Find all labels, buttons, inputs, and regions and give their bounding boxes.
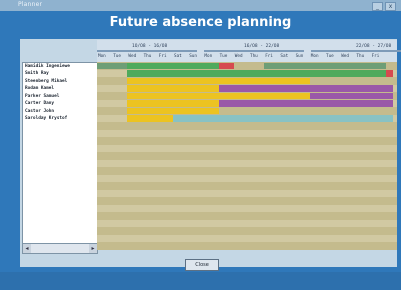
week-divider bbox=[311, 50, 401, 52]
absence-bar[interactable] bbox=[127, 70, 386, 77]
page-header: Future absence planning bbox=[0, 11, 401, 39]
absence-bar[interactable] bbox=[127, 100, 219, 107]
day-label: Mon bbox=[98, 54, 106, 59]
grid-row[interactable] bbox=[97, 197, 397, 205]
date-header: 1O/O8 - 16/O8 16/O8 - 22/O8 22/O8 - 27/O8 M… bbox=[97, 40, 401, 62]
close-button[interactable]: Close bbox=[185, 259, 219, 271]
status-strip bbox=[0, 272, 401, 290]
day-label: Sat bbox=[280, 54, 289, 59]
day-label: Fri bbox=[158, 54, 167, 59]
day-label: Tue bbox=[113, 54, 121, 59]
day-label: Thu bbox=[143, 54, 152, 59]
grid-row[interactable] bbox=[97, 167, 397, 175]
horizontal-scrollbar[interactable]: ◂ ▸ bbox=[22, 243, 98, 254]
day-label: Fri bbox=[265, 54, 273, 59]
grid-row[interactable] bbox=[97, 152, 397, 160]
absence-bar[interactable] bbox=[127, 77, 310, 84]
grid-row[interactable] bbox=[97, 144, 397, 152]
grid-row[interactable] bbox=[97, 182, 397, 190]
absence-bar[interactable] bbox=[218, 62, 234, 69]
page-title: Future absence planning bbox=[109, 15, 292, 30]
absence-bar[interactable] bbox=[385, 70, 394, 77]
week-label: 22/O8 - 27/O8 bbox=[356, 44, 392, 49]
absence-bar[interactable] bbox=[127, 107, 219, 114]
week-divider bbox=[97, 50, 197, 52]
week-label: 16/O8 - 22/O8 bbox=[244, 44, 280, 49]
grid-row[interactable] bbox=[97, 174, 397, 182]
grid-row[interactable] bbox=[97, 137, 397, 145]
day-label: Tue bbox=[326, 54, 334, 59]
grid-row[interactable] bbox=[97, 204, 397, 212]
day-label: Wed bbox=[128, 54, 137, 59]
window-title: Planner bbox=[18, 1, 43, 8]
day-label: Sat bbox=[174, 54, 182, 59]
absence-bar[interactable] bbox=[127, 92, 310, 99]
employee-name[interactable]: Smith Ray bbox=[25, 71, 49, 76]
employee-name[interactable]: Castor John bbox=[25, 109, 54, 114]
day-label: Thu bbox=[356, 54, 365, 59]
grid-row[interactable] bbox=[97, 242, 397, 250]
day-label: Wed bbox=[234, 54, 243, 59]
day-label: Fri bbox=[371, 54, 380, 59]
day-label: Sun bbox=[295, 54, 304, 59]
employee-name[interactable]: Steenberg Mikael bbox=[25, 79, 67, 84]
employee-name[interactable]: Rodam Kamel bbox=[25, 86, 54, 91]
week-label: 1O/O8 - 16/O8 bbox=[132, 44, 168, 49]
day-label: Tue bbox=[219, 54, 228, 59]
absence-bar[interactable] bbox=[127, 115, 173, 122]
employee-name[interactable]: Carter Dany bbox=[25, 101, 54, 106]
minimize-button[interactable]: _ bbox=[372, 2, 383, 11]
day-label: Wed bbox=[341, 54, 349, 59]
employee-name[interactable]: Parker Samuel bbox=[25, 94, 59, 99]
absence-bar[interactable] bbox=[309, 92, 394, 99]
grid-row[interactable] bbox=[97, 159, 397, 167]
grid-row[interactable] bbox=[97, 234, 397, 242]
absence-bar[interactable] bbox=[127, 62, 219, 69]
absence-bar[interactable] bbox=[218, 85, 394, 92]
employee-name[interactable]: Sarolday Krystof bbox=[25, 116, 67, 121]
absence-bar[interactable] bbox=[97, 62, 128, 69]
absence-bar[interactable] bbox=[264, 62, 386, 69]
day-label: Sun bbox=[189, 54, 197, 59]
employee-list[interactable]: Hamidik Ingeniewe Smith Ray Steenberg Mika… bbox=[22, 62, 98, 254]
scroll-right-icon[interactable]: ▸ bbox=[89, 244, 97, 253]
day-label: Thu bbox=[250, 54, 258, 59]
grid-row[interactable] bbox=[97, 212, 397, 220]
close-window-button[interactable]: x bbox=[385, 2, 396, 11]
day-label: Mon bbox=[204, 54, 213, 59]
grid-row[interactable] bbox=[97, 189, 397, 197]
grid-row[interactable] bbox=[97, 129, 397, 137]
absence-bar[interactable] bbox=[127, 85, 219, 92]
grid-row[interactable] bbox=[97, 122, 397, 130]
scroll-left-icon[interactable]: ◂ bbox=[23, 244, 31, 253]
absence-bar[interactable] bbox=[218, 100, 394, 107]
grid-row[interactable] bbox=[97, 227, 397, 235]
week-divider bbox=[204, 50, 304, 52]
absence-bar[interactable] bbox=[173, 115, 394, 122]
grid-row[interactable] bbox=[97, 219, 397, 227]
employee-name[interactable]: Hamidik Ingeniewe bbox=[25, 64, 70, 69]
day-label: Mon bbox=[310, 54, 319, 59]
